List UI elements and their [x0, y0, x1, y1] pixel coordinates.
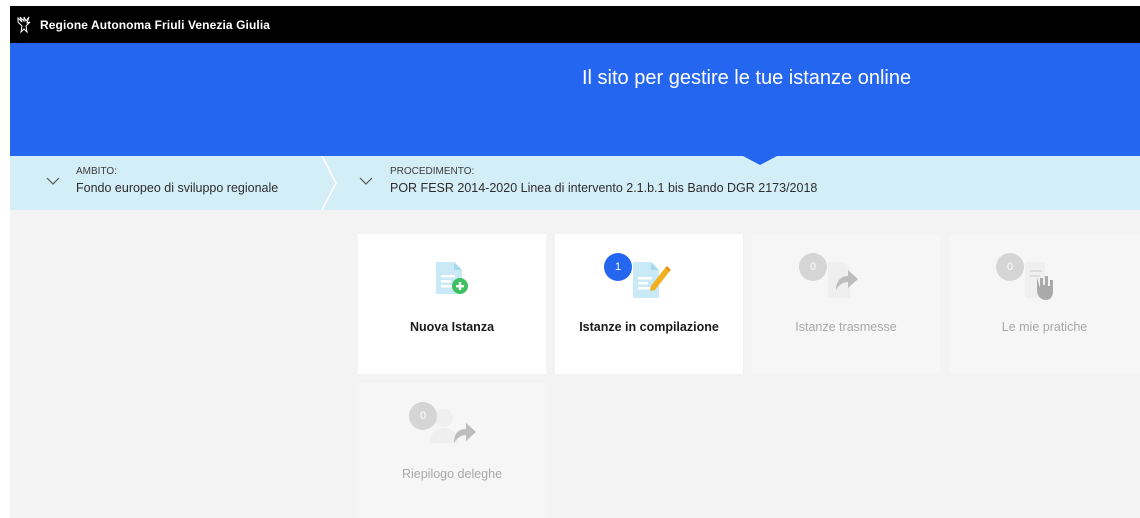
tile-label: Le mie pratiche	[1001, 320, 1088, 334]
procedimento-selector[interactable]: PROCEDIMENTO: POR FESR 2014-2020 Linea d…	[340, 156, 1130, 210]
hero-banner: Il sito per gestire le tue istanze onlin…	[10, 43, 1140, 165]
tile-nuova-istanza[interactable]: Nuova Istanza	[358, 234, 546, 374]
count-badge: 1	[604, 253, 632, 281]
eagle-logo-icon	[17, 16, 31, 33]
selector-divider	[321, 156, 337, 210]
chevron-down-icon[interactable]	[359, 176, 373, 186]
ambito-label: AMBITO:	[76, 166, 117, 177]
count-badge: 0	[409, 402, 437, 430]
procedimento-label: PROCEDIMENTO:	[390, 166, 475, 177]
ambito-value: Fondo europeo di sviluppo regionale	[76, 181, 279, 195]
tile-label: Istanze trasmesse	[795, 320, 897, 334]
count-badge: 0	[996, 253, 1024, 281]
tile-label: Istanze in compilazione	[579, 320, 719, 334]
hero-pointer	[743, 156, 777, 165]
ambito-selector[interactable]: AMBITO: Fondo europeo di sviluppo region…	[10, 156, 320, 210]
tile-label: Nuova Istanza	[409, 320, 495, 334]
procedimento-value: POR FESR 2014-2020 Linea di intervento 2…	[390, 181, 818, 195]
page: Regione Autonoma Friuli Venezia Giulia I…	[10, 6, 1140, 518]
organization-name[interactable]: Regione Autonoma Friuli Venezia Giulia	[40, 18, 270, 32]
tile-istanze-in-compilazione[interactable]: 1 Istanze in compilazione	[555, 234, 743, 374]
tile-le-mie-pratiche: 0 Le mie pratiche	[949, 234, 1140, 374]
top-bar: Regione Autonoma Friuli Venezia Giulia	[10, 6, 1140, 43]
tile-riepilogo-deleghe: 0 Riepilogo deleghe	[358, 383, 546, 518]
count-badge: 0	[799, 253, 827, 281]
chevron-down-icon[interactable]	[46, 176, 60, 186]
tile-istanze-trasmesse: 0 Istanze trasmesse	[752, 234, 940, 374]
new-document-icon	[436, 262, 468, 294]
tile-label: Riepilogo deleghe	[401, 467, 503, 481]
document-edit-icon	[633, 262, 671, 298]
hero-title: Il sito per gestire le tue istanze onlin…	[582, 67, 912, 89]
selector-strip: AMBITO: Fondo europeo di sviluppo region…	[10, 156, 1140, 210]
